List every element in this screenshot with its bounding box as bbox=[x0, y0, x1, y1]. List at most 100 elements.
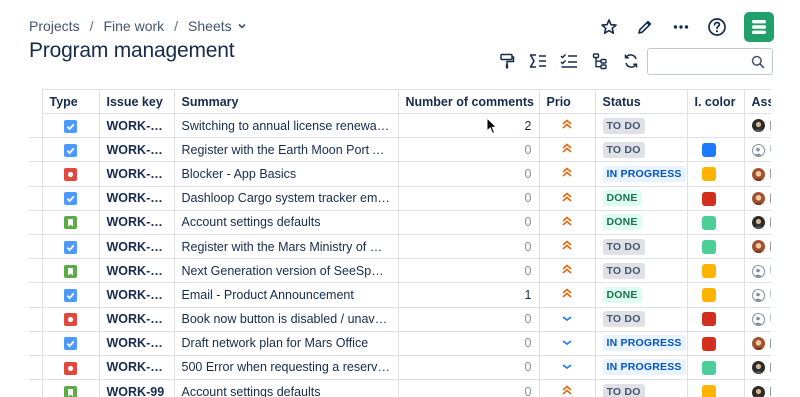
row-header[interactable] bbox=[29, 113, 43, 139]
app-logo-icon[interactable] bbox=[744, 12, 774, 42]
type-cell[interactable] bbox=[42, 355, 100, 381]
issue-key-cell[interactable]: WORK-112 bbox=[99, 161, 175, 187]
table-row[interactable]: WORK-112 Blocker - App Basics 0 IN PROGRESS… bbox=[29, 161, 771, 187]
row-header[interactable] bbox=[29, 282, 43, 308]
table-row[interactable]: WORK-116 Next Generation version of SeeSp… bbox=[29, 258, 771, 284]
issue-key-cell[interactable]: WORK-115 bbox=[99, 234, 175, 260]
comments-cell[interactable]: 0 bbox=[398, 355, 540, 381]
priority-cell[interactable] bbox=[539, 186, 596, 211]
column-header-color[interactable]: I. color bbox=[687, 89, 745, 114]
comments-cell[interactable]: 0 bbox=[398, 210, 540, 235]
assignee-cell[interactable]: U bbox=[744, 137, 771, 163]
priority-cell[interactable] bbox=[539, 355, 596, 381]
summary-cell[interactable]: Register with the Mars Ministry of Re... bbox=[174, 234, 399, 260]
column-header-status[interactable]: Status bbox=[595, 89, 688, 114]
more-icon[interactable] bbox=[668, 13, 694, 41]
column-header-assignee[interactable]: Assig bbox=[744, 89, 771, 114]
table-row[interactable]: WORK-121Account settings defaults0 DONE H bbox=[29, 210, 771, 235]
column-header-comments[interactable]: Number of comments bbox=[398, 89, 540, 114]
summary-cell[interactable]: Next Generation version of SeeSpac... bbox=[174, 258, 399, 284]
priority-cell[interactable] bbox=[539, 113, 596, 139]
table-row[interactable]: WORK-115 Register with the Mars Ministry … bbox=[29, 234, 771, 260]
priority-cell[interactable] bbox=[539, 379, 596, 397]
priority-cell[interactable] bbox=[539, 234, 596, 260]
sum-icon[interactable] bbox=[525, 48, 550, 74]
comments-cell[interactable]: 0 bbox=[398, 234, 540, 260]
summary-cell[interactable]: Draft network plan for Mars Office bbox=[174, 331, 399, 356]
row-header[interactable] bbox=[29, 331, 43, 356]
status-cell[interactable]: TO DO bbox=[595, 113, 688, 139]
comments-cell[interactable]: 0 bbox=[398, 258, 540, 284]
type-cell[interactable] bbox=[42, 137, 100, 163]
row-header[interactable] bbox=[29, 379, 43, 397]
table-row[interactable]: WORK-104 Email - Product Announcement 1 DON… bbox=[29, 282, 771, 308]
breadcrumb-sheets[interactable]: Sheets bbox=[188, 18, 232, 34]
column-header-issue-key[interactable]: Issue key bbox=[99, 89, 175, 114]
status-cell[interactable]: DONE bbox=[595, 186, 688, 211]
assignee-cell[interactable]: U bbox=[744, 258, 771, 284]
priority-cell[interactable] bbox=[539, 331, 596, 356]
table-row[interactable]: WORK-105 Draft network plan for Mars Offi… bbox=[29, 331, 771, 356]
summary-cell[interactable]: Blocker - App Basics bbox=[174, 161, 399, 187]
status-cell[interactable]: DONE bbox=[595, 210, 688, 235]
issue-key-cell[interactable]: WORK-104 bbox=[99, 282, 175, 308]
hierarchy-icon[interactable] bbox=[587, 48, 612, 74]
issue-key-cell[interactable]: WORK-103 bbox=[99, 355, 175, 381]
summary-cell[interactable]: Switching to annual license renewal f... bbox=[174, 113, 399, 139]
column-header-summary[interactable]: Summary bbox=[174, 89, 399, 114]
breadcrumb-fine-work[interactable]: Fine work bbox=[103, 18, 164, 34]
color-cell[interactable] bbox=[687, 210, 745, 235]
issue-key-cell[interactable]: WORK-111 bbox=[99, 186, 175, 211]
type-cell[interactable] bbox=[42, 186, 100, 211]
color-cell[interactable] bbox=[687, 234, 745, 260]
table-row[interactable]: WORK-106 Book now button is disabled / un… bbox=[29, 307, 771, 332]
status-cell[interactable]: TO DO bbox=[595, 258, 688, 284]
summary-cell[interactable]: Register with the Earth Moon Port A... bbox=[174, 137, 399, 163]
assignee-cell[interactable]: H bbox=[744, 379, 771, 397]
comments-cell[interactable]: 0 bbox=[398, 379, 540, 397]
type-cell[interactable] bbox=[42, 282, 100, 308]
comments-cell[interactable]: 0 bbox=[398, 137, 540, 163]
type-cell[interactable] bbox=[42, 258, 100, 284]
issue-key-cell[interactable]: WORK-106 bbox=[99, 307, 175, 332]
color-cell[interactable] bbox=[687, 379, 745, 397]
row-header[interactable] bbox=[29, 258, 43, 284]
status-cell[interactable]: TO DO bbox=[595, 234, 688, 260]
issue-key-cell[interactable]: WORK-114 bbox=[99, 113, 175, 139]
comments-cell[interactable]: 0 bbox=[398, 331, 540, 356]
priority-cell[interactable] bbox=[539, 137, 596, 163]
assignee-cell[interactable]: D bbox=[744, 161, 771, 187]
table-row[interactable]: WORK-103 500 Error when requesting a rese… bbox=[29, 355, 771, 381]
table-row[interactable]: WORK-113 Register with the Earth Moon Por… bbox=[29, 137, 771, 163]
issue-key-cell[interactable]: WORK-99 bbox=[99, 379, 175, 397]
summary-cell[interactable]: Email - Product Announcement bbox=[174, 282, 399, 308]
color-cell[interactable] bbox=[687, 137, 745, 163]
priority-cell[interactable] bbox=[539, 161, 596, 187]
type-cell[interactable] bbox=[42, 379, 100, 397]
type-cell[interactable] bbox=[42, 234, 100, 260]
assignee-cell[interactable]: U bbox=[744, 307, 771, 332]
color-cell[interactable] bbox=[687, 355, 745, 381]
priority-cell[interactable] bbox=[539, 258, 596, 284]
issue-key-cell[interactable]: WORK-113 bbox=[99, 137, 175, 163]
color-cell[interactable] bbox=[687, 113, 745, 139]
column-header-type[interactable]: Type bbox=[42, 89, 100, 114]
status-cell[interactable]: TO DO bbox=[595, 307, 688, 332]
comments-cell[interactable]: 0 bbox=[398, 186, 540, 211]
color-cell[interactable] bbox=[687, 161, 745, 187]
status-cell[interactable]: DONE bbox=[595, 282, 688, 308]
assignee-cell[interactable]: D bbox=[744, 186, 771, 211]
assignee-cell[interactable]: D bbox=[744, 234, 771, 260]
status-cell[interactable]: IN PROGRESS bbox=[595, 355, 688, 381]
color-cell[interactable] bbox=[687, 258, 745, 284]
star-icon[interactable] bbox=[596, 13, 622, 41]
row-header[interactable] bbox=[29, 210, 43, 235]
type-cell[interactable] bbox=[42, 161, 100, 187]
column-header-prio[interactable]: Prio bbox=[539, 89, 596, 114]
priority-cell[interactable] bbox=[539, 282, 596, 308]
chevron-down-icon[interactable] bbox=[237, 18, 247, 34]
paint-format-icon[interactable] bbox=[494, 48, 519, 74]
row-header[interactable] bbox=[29, 137, 43, 163]
comments-cell[interactable]: 0 bbox=[398, 161, 540, 187]
summary-cell[interactable]: Dashloop Cargo system tracker emai... bbox=[174, 186, 399, 211]
